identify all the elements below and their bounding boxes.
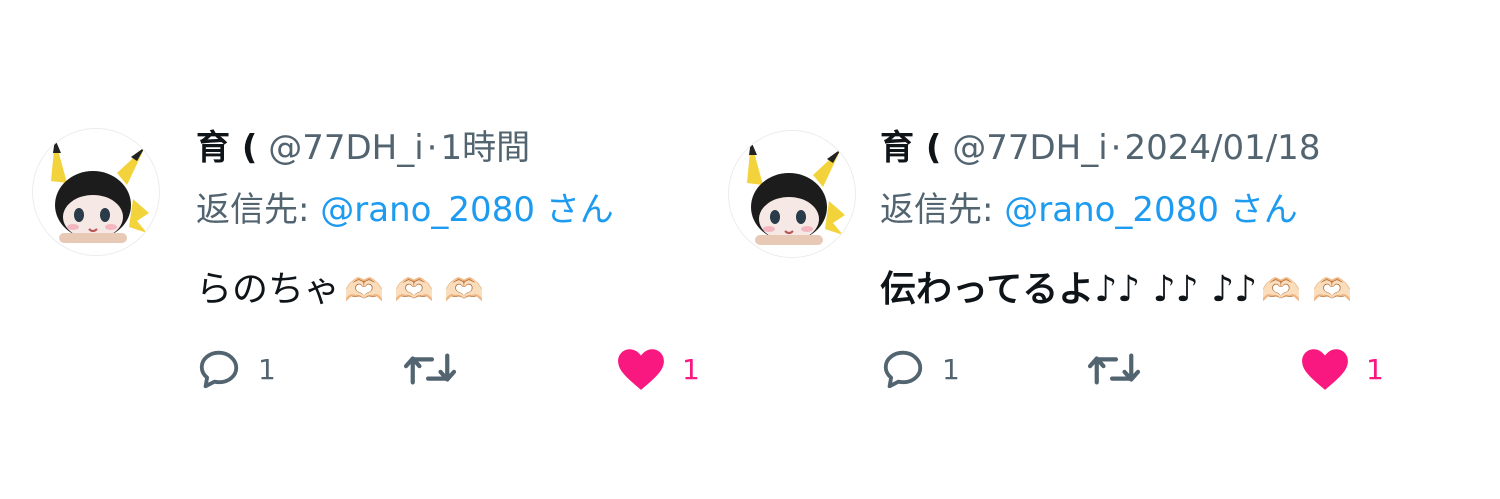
- display-name[interactable]: 育 (: [196, 128, 257, 168]
- handle[interactable]: @77DH_i: [952, 128, 1107, 168]
- tweet-card[interactable]: 育 ( @77DH_i·1時間 返信先: @rano_2080 さん らのちゃ 🫶…: [0, 0, 720, 499]
- reply-icon: [883, 350, 923, 389]
- heart-hands-emoji: 🫶🏻 🫶🏻: [1261, 271, 1352, 309]
- timestamp[interactable]: 2024/01/18: [1124, 128, 1320, 168]
- tweet-text: 伝わってるよ♪♪ ♪♪ ♪♪ 🫶🏻 🫶🏻: [880, 262, 1352, 318]
- handle[interactable]: @77DH_i: [268, 128, 423, 168]
- tweet-card[interactable]: 育 ( @77DH_i·2024/01/18 返信先: @rano_2080 さ…: [720, 0, 1500, 499]
- tweet-body: 伝わってるよ♪♪ ♪♪ ♪♪: [880, 269, 1258, 310]
- retweet-icon: [1087, 353, 1141, 385]
- reply-button[interactable]: 1: [196, 344, 276, 394]
- reply-count: 1: [942, 352, 960, 386]
- heart-icon: [1302, 349, 1348, 390]
- reply-to-prefix: 返信先:: [880, 190, 1005, 230]
- reply-mention-link[interactable]: @rano_2080: [320, 190, 535, 230]
- heart-hands-emoji: 🫶🏻 🫶🏻 🫶🏻: [344, 271, 484, 309]
- reply-to-prefix: 返信先:: [196, 190, 321, 230]
- retweet-button[interactable]: [1086, 344, 1142, 394]
- reply-to-suffix: さん: [1218, 190, 1298, 230]
- reply-to-line: 返信先: @rano_2080 さん: [196, 184, 614, 236]
- display-name[interactable]: 育 (: [880, 128, 941, 168]
- avatar-icon[interactable]: [32, 128, 160, 256]
- like-button[interactable]: 1: [1300, 344, 1384, 394]
- like-button[interactable]: 1: [616, 344, 700, 394]
- tweet-text: らのちゃ 🫶🏻 🫶🏻 🫶🏻: [196, 262, 484, 318]
- heart-icon: [618, 349, 664, 390]
- reply-count: 1: [258, 352, 276, 386]
- reply-mention-link[interactable]: @rano_2080: [1004, 190, 1219, 230]
- retweet-icon: [403, 353, 457, 385]
- separator: ·: [426, 128, 438, 168]
- like-count: 1: [682, 352, 700, 386]
- separator: ·: [1110, 128, 1122, 168]
- retweet-button[interactable]: [402, 344, 458, 394]
- reply-to-line: 返信先: @rano_2080 さん: [880, 184, 1298, 236]
- avatar-icon[interactable]: [728, 130, 856, 258]
- reply-button[interactable]: 1: [880, 344, 960, 394]
- tweet-body: らのちゃ: [196, 269, 341, 310]
- tweet-header: 育 ( @77DH_i·2024/01/18: [880, 122, 1320, 174]
- timestamp[interactable]: 1時間: [440, 128, 530, 168]
- tweet-header: 育 ( @77DH_i·1時間: [196, 122, 530, 174]
- reply-to-suffix: さん: [534, 190, 614, 230]
- like-count: 1: [1366, 352, 1384, 386]
- reply-icon: [199, 350, 239, 389]
